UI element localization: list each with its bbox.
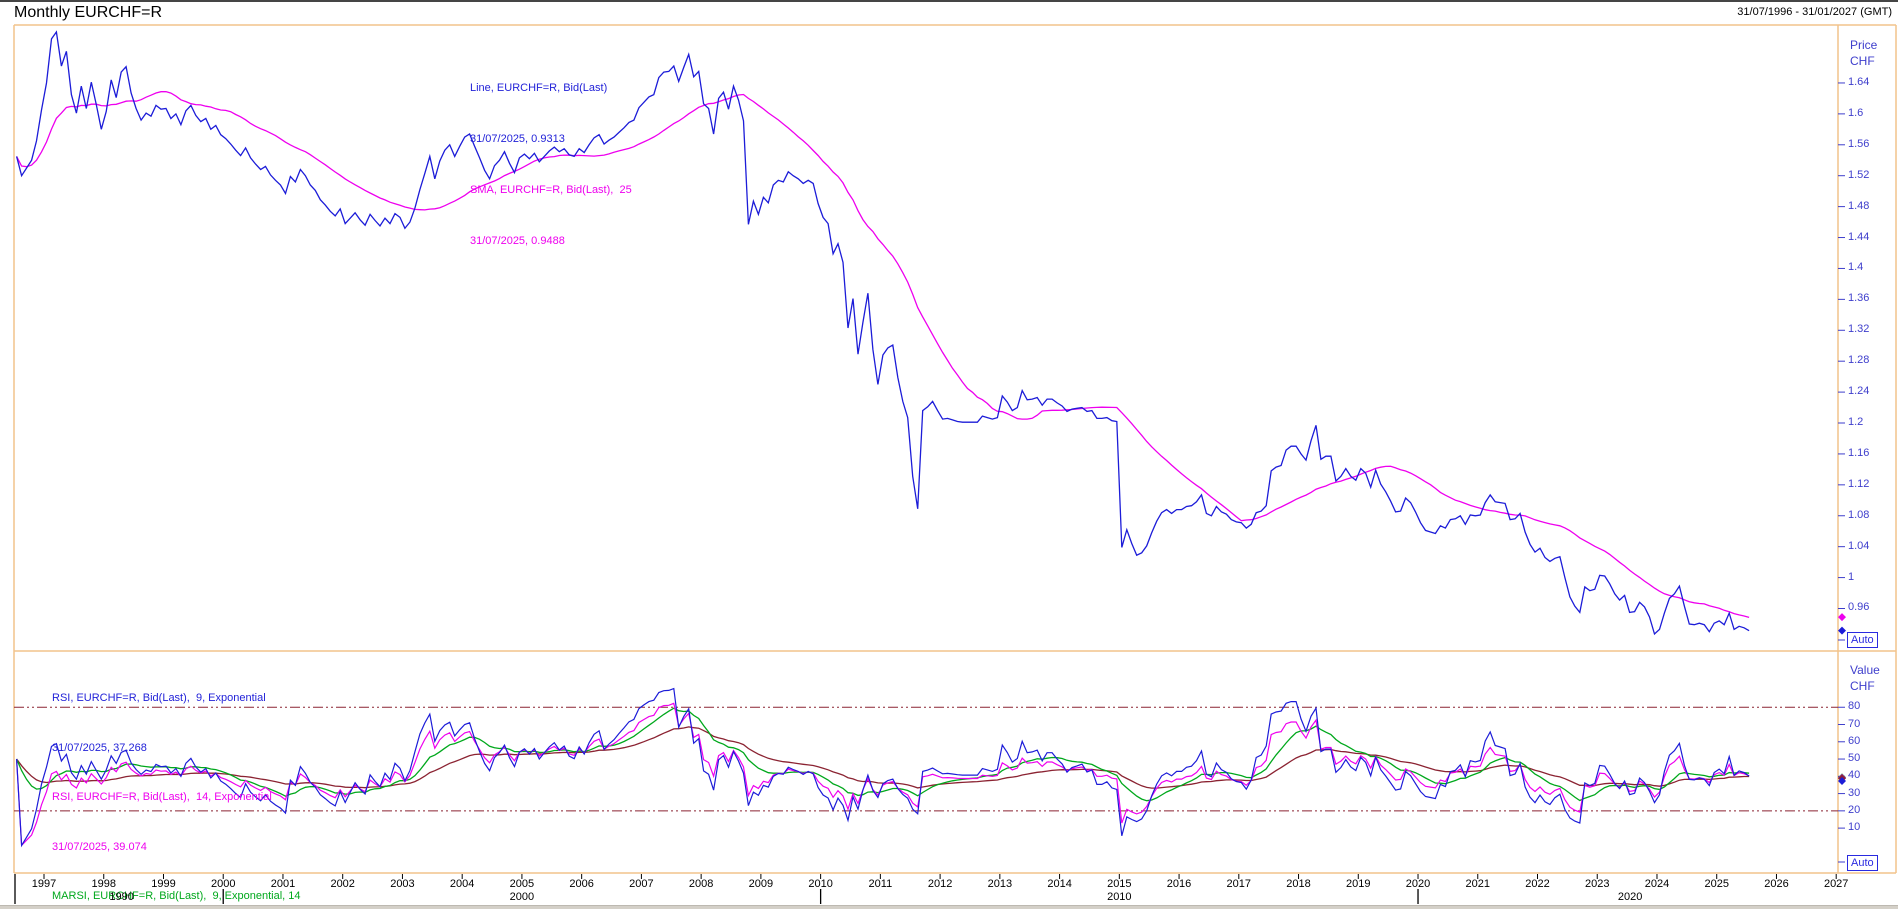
chart-application-window: Monthly EURCHF=R 31/07/1996 - 31/01/2027… [0, 0, 1898, 909]
year-label: 2021 [1466, 878, 1490, 890]
value-tick-label: 30 [1848, 787, 1860, 799]
value-axis-auto-button[interactable]: Auto [1847, 855, 1878, 871]
price-tick-label: 1.44 [1848, 231, 1869, 243]
value-tick-label: 70 [1848, 718, 1860, 730]
main-legend: Line, EURCHF=R, Bid(Last) 31/07/2025, 0.… [470, 46, 632, 284]
price-tick-label: 0.96 [1848, 601, 1869, 613]
decade-label: 2000 [510, 891, 534, 903]
year-label: 2015 [1107, 878, 1131, 890]
main-chart-plot-area[interactable] [14, 25, 1838, 651]
year-label: 2025 [1704, 878, 1728, 890]
year-label: 2008 [689, 878, 713, 890]
legend-sma-name: SMA, EURCHF=R, Bid(Last), 25 [470, 182, 632, 199]
year-label: 2009 [749, 878, 773, 890]
year-label: 2006 [569, 878, 593, 890]
year-label: 2017 [1227, 878, 1251, 890]
year-label: 2023 [1585, 878, 1609, 890]
value-tick-label: 10 [1848, 821, 1860, 833]
legend-rsi14-value: 31/07/2025, 39.074 [52, 839, 307, 856]
legend-marsi9-name: MARSI, EURCHF=R, Bid(Last), 9, Exponenti… [52, 888, 307, 905]
price-tick-label: 1.4 [1848, 261, 1863, 273]
legend-sma-value: 31/07/2025, 0.9488 [470, 233, 632, 250]
price-tick-label: 1.08 [1848, 509, 1869, 521]
rsi-legend: RSI, EURCHF=R, Bid(Last), 9, Exponential… [52, 657, 307, 909]
legend-rsi9-name: RSI, EURCHF=R, Bid(Last), 9, Exponential [52, 690, 307, 707]
legend-rsi9-value: 31/07/2025, 37.268 [52, 740, 307, 757]
price-tick-label: 1.52 [1848, 169, 1869, 181]
year-label: 2027 [1824, 878, 1848, 890]
year-label: 1997 [32, 878, 56, 890]
value-tick-label: 20 [1848, 804, 1860, 816]
year-label: 2002 [330, 878, 354, 890]
year-label: 2012 [928, 878, 952, 890]
value-axis-unit: CHF [1850, 679, 1875, 693]
year-label: 2022 [1525, 878, 1549, 890]
price-tick-label: 1.56 [1848, 138, 1869, 150]
value-tick-label: 40 [1848, 769, 1860, 781]
year-label: 2016 [1167, 878, 1191, 890]
price-tick-label: 1.12 [1848, 478, 1869, 490]
decade-label: 1990 [109, 891, 133, 903]
price-axis-unit: CHF [1850, 54, 1875, 68]
year-label: 1998 [91, 878, 115, 890]
year-label: 2019 [1346, 878, 1370, 890]
decade-label: 2010 [1107, 891, 1131, 903]
price-tick-label: 1.36 [1848, 292, 1869, 304]
legend-price-value: 31/07/2025, 0.9313 [470, 131, 632, 148]
legend-rsi14-name: RSI, EURCHF=R, Bid(Last), 14, Exponentia… [52, 789, 307, 806]
price-tick-label: 1.24 [1848, 385, 1869, 397]
window-bottom-edge [0, 905, 1898, 909]
value-tick-label: 50 [1848, 752, 1860, 764]
year-label: 2010 [808, 878, 832, 890]
decade-label: 2020 [1618, 891, 1642, 903]
price-tick-label: 1.32 [1848, 323, 1869, 335]
year-label: 2014 [1047, 878, 1071, 890]
year-label: 2003 [390, 878, 414, 890]
value-tick-label: 60 [1848, 735, 1860, 747]
year-label: 2020 [1406, 878, 1430, 890]
price-last-value-marker [1838, 627, 1846, 635]
sma-last-value-marker [1838, 613, 1846, 621]
year-label: 2011 [869, 878, 893, 890]
year-label: 2018 [1286, 878, 1310, 890]
year-label: 2007 [629, 878, 653, 890]
price-tick-label: 1.2 [1848, 416, 1863, 428]
price-tick-label: 1.64 [1848, 76, 1869, 88]
price-axis-auto-button[interactable]: Auto [1847, 632, 1878, 648]
year-label: 2024 [1645, 878, 1669, 890]
value-tick-label: 80 [1848, 700, 1860, 712]
year-label: 2013 [988, 878, 1012, 890]
price-tick-label: 1 [1848, 571, 1854, 583]
price-tick-label: 1.16 [1848, 447, 1869, 459]
price-axis-header: Price [1850, 38, 1877, 52]
price-tick-label: 1.6 [1848, 107, 1863, 119]
year-label: 2000 [211, 878, 235, 890]
year-label: 2004 [450, 878, 474, 890]
price-tick-label: 1.04 [1848, 540, 1869, 552]
year-label: 2005 [510, 878, 534, 890]
year-label: 2026 [1764, 878, 1788, 890]
price-tick-label: 1.28 [1848, 354, 1869, 366]
legend-price-name: Line, EURCHF=R, Bid(Last) [470, 80, 632, 97]
year-label: 2001 [271, 878, 295, 890]
price-tick-label: 1.48 [1848, 200, 1869, 212]
year-label: 1999 [151, 878, 175, 890]
value-axis-header: Value [1850, 663, 1880, 677]
